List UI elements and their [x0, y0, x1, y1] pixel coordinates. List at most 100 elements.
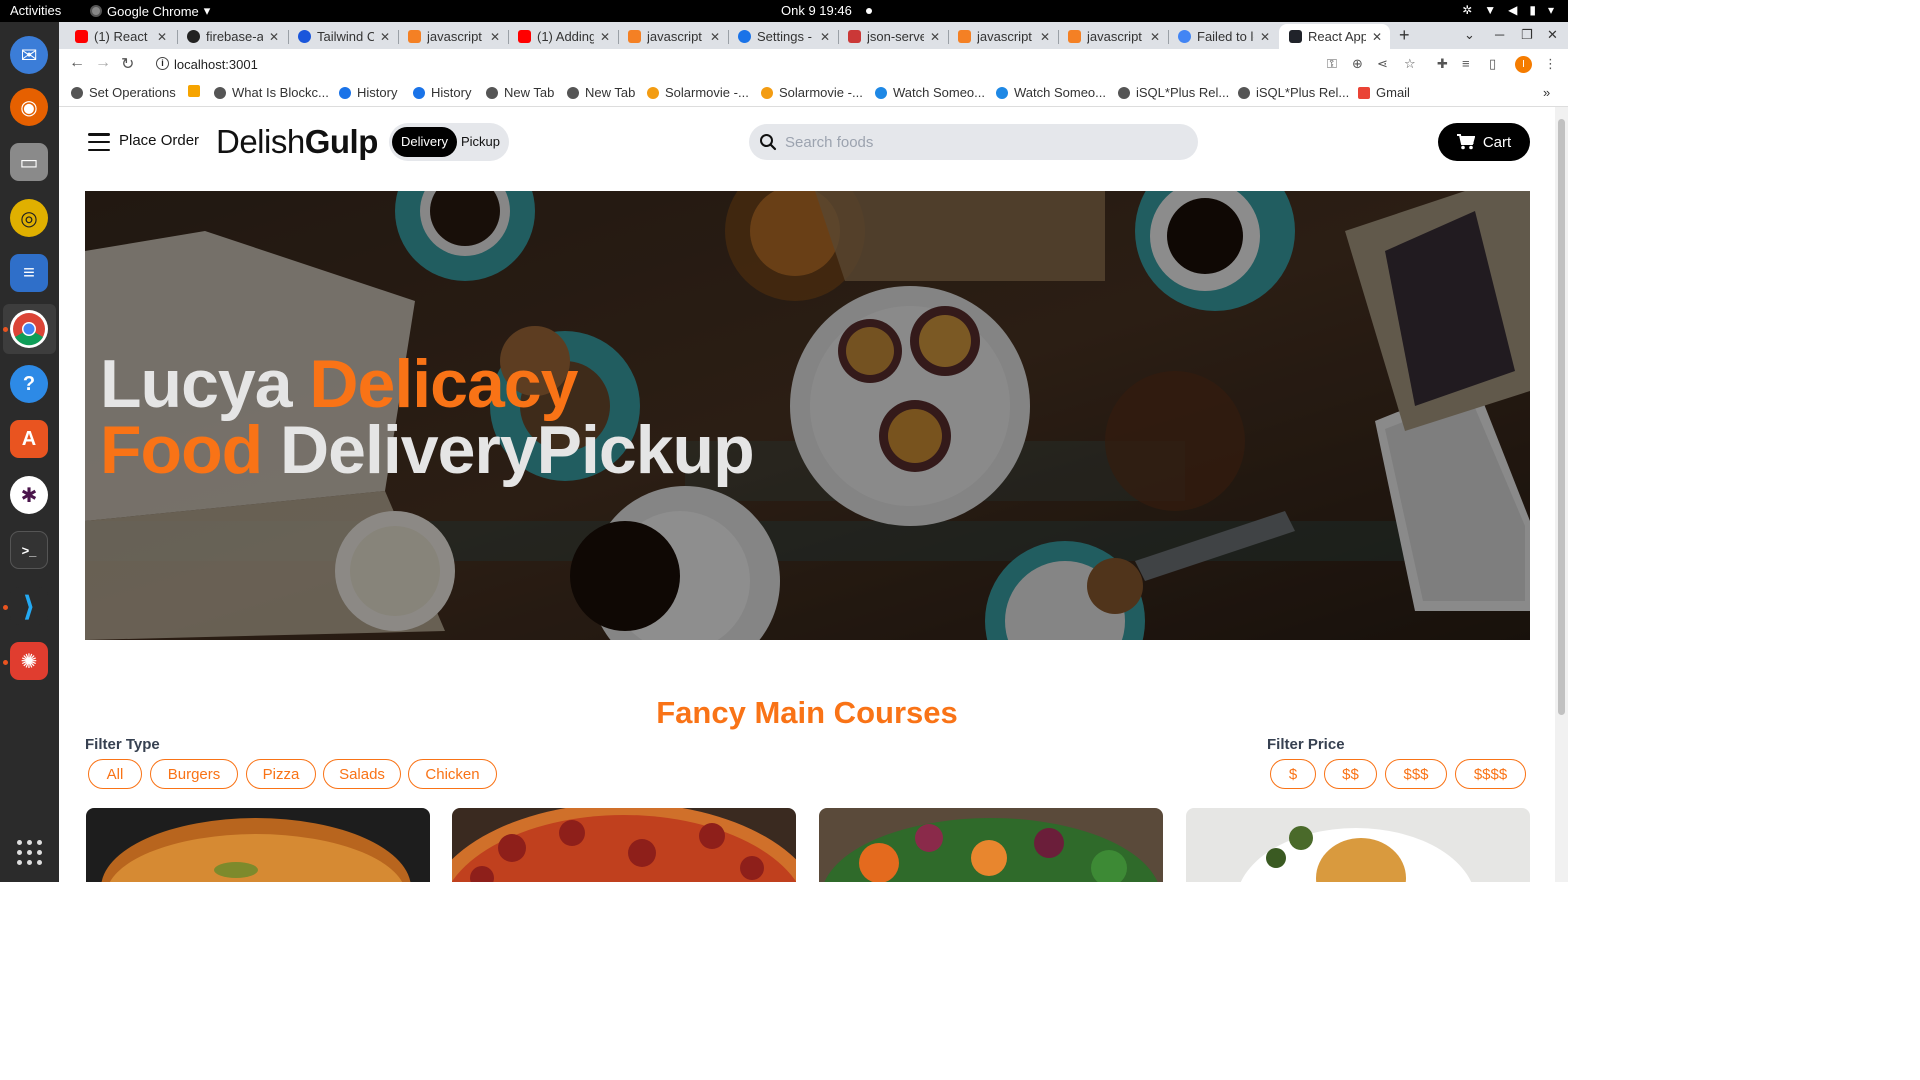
delivery-option[interactable]: Delivery — [392, 127, 457, 157]
close-tab-icon[interactable]: ✕ — [930, 30, 940, 44]
close-tab-icon[interactable]: ✕ — [1150, 30, 1160, 44]
filter-type-salads[interactable]: Salads — [323, 759, 401, 789]
filter-type-burgers[interactable]: Burgers — [150, 759, 238, 789]
share-icon[interactable]: ⋖ — [1377, 56, 1388, 72]
browser-tab[interactable]: (1) Adding ✕ — [508, 24, 618, 49]
browser-tab[interactable]: javascript ✕ — [948, 24, 1058, 49]
minimize-icon[interactable]: ─ — [1495, 27, 1504, 42]
close-tab-icon[interactable]: ✕ — [1372, 30, 1382, 44]
app-menu[interactable]: Google Chrome ▾ — [90, 3, 210, 19]
browser-tab[interactable]: javascript ✕ — [398, 24, 508, 49]
bookmark-item[interactable] — [188, 85, 206, 97]
clock[interactable]: Onk 9 19:46 — [781, 3, 872, 18]
filter-price-2[interactable]: $$ — [1324, 759, 1377, 789]
cart-button[interactable]: Cart — [1438, 123, 1530, 161]
bookmark-item[interactable]: What Is Blockc... — [214, 85, 329, 100]
bookmark-item[interactable]: New Tab — [486, 85, 554, 100]
bookmark-item[interactable]: History — [413, 85, 471, 100]
scrollbar-thumb[interactable] — [1558, 119, 1565, 715]
close-tab-icon[interactable]: ✕ — [710, 30, 720, 44]
restore-icon[interactable]: ❐ — [1521, 27, 1533, 43]
key-icon[interactable]: ⚿ — [1327, 56, 1337, 72]
thunderbird-icon[interactable]: ✉ — [10, 36, 48, 74]
ubuntu-app-icon[interactable]: ✺ — [10, 642, 48, 680]
extensions-icon[interactable]: ✚ — [1437, 56, 1448, 72]
bookmark-item[interactable]: Watch Someo... — [996, 85, 1106, 100]
page-scrollbar[interactable] — [1555, 107, 1568, 882]
bookmark-item[interactable]: iSQL*Plus Rel... — [1118, 85, 1229, 100]
chrome-icon[interactable] — [10, 310, 48, 348]
globe-icon — [71, 86, 83, 99]
reload-icon[interactable]: ↻ — [121, 54, 134, 74]
browser-tab[interactable]: firebase-a ✕ — [177, 24, 287, 49]
food-card-pizza[interactable] — [452, 808, 796, 882]
site-info-icon[interactable]: i — [156, 57, 169, 70]
zoom-icon[interactable]: ⊕ — [1352, 56, 1363, 72]
help-icon[interactable]: ? — [10, 365, 48, 403]
food-card-burger[interactable] — [86, 808, 430, 882]
firefox-icon[interactable]: ◉ — [10, 88, 48, 126]
food-card-salad[interactable] — [819, 808, 1163, 882]
logo[interactable]: DelishGulp — [216, 123, 378, 161]
close-tab-icon[interactable]: ✕ — [600, 30, 610, 44]
bookmark-item[interactable]: History — [339, 85, 397, 100]
filter-type-all[interactable]: All — [88, 759, 142, 789]
food-card-chicken[interactable] — [1186, 808, 1530, 882]
writer-icon[interactable]: ≡ — [10, 254, 48, 292]
browser-tab[interactable]: javascript ✕ — [618, 24, 728, 49]
tab-search-icon[interactable]: ⌄ — [1464, 27, 1475, 43]
filter-type-pizza[interactable]: Pizza — [246, 759, 316, 789]
terminal-icon[interactable]: >_ — [10, 531, 48, 569]
bookmark-item[interactable]: New Tab — [567, 85, 635, 100]
bookmark-item[interactable]: Solarmovie -... — [647, 85, 749, 100]
kebab-menu-icon[interactable]: ⋮ — [1544, 56, 1557, 72]
close-tab-icon[interactable]: ✕ — [1040, 30, 1050, 44]
close-window-icon[interactable]: ✕ — [1547, 27, 1558, 43]
filter-price-1[interactable]: $ — [1270, 759, 1316, 789]
media-icon[interactable]: ≡ — [1462, 56, 1470, 71]
close-tab-icon[interactable]: ✕ — [490, 30, 500, 44]
slack-icon[interactable]: ✱ — [10, 476, 48, 514]
vscode-icon[interactable]: ⟩ — [10, 587, 48, 625]
forward-icon[interactable]: → — [95, 54, 111, 72]
browser-tab-active[interactable]: React App ✕ — [1279, 24, 1390, 49]
browser-tab[interactable]: Failed to lo✕ — [1168, 24, 1278, 49]
close-tab-icon[interactable]: ✕ — [380, 30, 390, 44]
os-top-panel: Activities Google Chrome ▾ Onk 9 19:46 ✲… — [0, 0, 1568, 22]
show-applications-icon[interactable] — [17, 840, 43, 866]
close-tab-icon[interactable]: ✕ — [820, 30, 830, 44]
bookmark-item[interactable]: iSQL*Plus Rel... — [1238, 85, 1349, 100]
browser-tab[interactable]: Settings - ✕ — [728, 24, 838, 49]
browser-tab[interactable]: (1) React F✕ — [65, 24, 175, 49]
bookmark-item[interactable]: Gmail — [1358, 85, 1410, 100]
place-order-label[interactable]: Place Order — [119, 132, 199, 149]
rhythmbox-icon[interactable]: ◎ — [10, 199, 48, 237]
bookmark-item[interactable]: Solarmovie -... — [761, 85, 863, 100]
back-icon[interactable]: ← — [69, 54, 85, 72]
activities-button[interactable]: Activities — [10, 3, 61, 18]
close-tab-icon[interactable]: ✕ — [157, 30, 167, 44]
bookmark-item[interactable]: Watch Someo... — [875, 85, 985, 100]
hamburger-menu-icon[interactable] — [88, 133, 110, 151]
more-bookmarks-icon[interactable]: » — [1543, 85, 1550, 100]
address-bar[interactable]: i localhost:3001 — [148, 52, 1438, 78]
browser-tab[interactable]: javascript ✕ — [1058, 24, 1168, 49]
bookmark-item[interactable]: Set Operations — [71, 85, 176, 100]
filter-price-3[interactable]: $$$ — [1385, 759, 1447, 789]
close-tab-icon[interactable]: ✕ — [269, 30, 279, 44]
browser-tab[interactable]: Tailwind C ✕ — [288, 24, 398, 49]
browser-tab[interactable]: json-serve ✕ — [838, 24, 948, 49]
profile-avatar-icon[interactable]: I — [1515, 56, 1532, 73]
close-tab-icon[interactable]: ✕ — [1260, 30, 1270, 44]
pickup-option[interactable]: Pickup — [452, 127, 509, 157]
search-input[interactable] — [785, 130, 1185, 154]
side-panel-icon[interactable]: ▯ — [1489, 56, 1496, 72]
filter-price-4[interactable]: $$$$ — [1455, 759, 1526, 789]
files-icon[interactable]: ▭ — [10, 143, 48, 181]
star-icon[interactable]: ☆ — [1404, 56, 1416, 72]
filter-type-chicken[interactable]: Chicken — [408, 759, 497, 789]
system-tray[interactable]: ✲ ▼ ◀ ▮ ▾ — [1462, 3, 1554, 17]
new-tab-icon[interactable]: + — [1399, 25, 1410, 46]
software-center-icon[interactable]: A — [10, 420, 48, 458]
globe-icon — [1238, 86, 1250, 99]
